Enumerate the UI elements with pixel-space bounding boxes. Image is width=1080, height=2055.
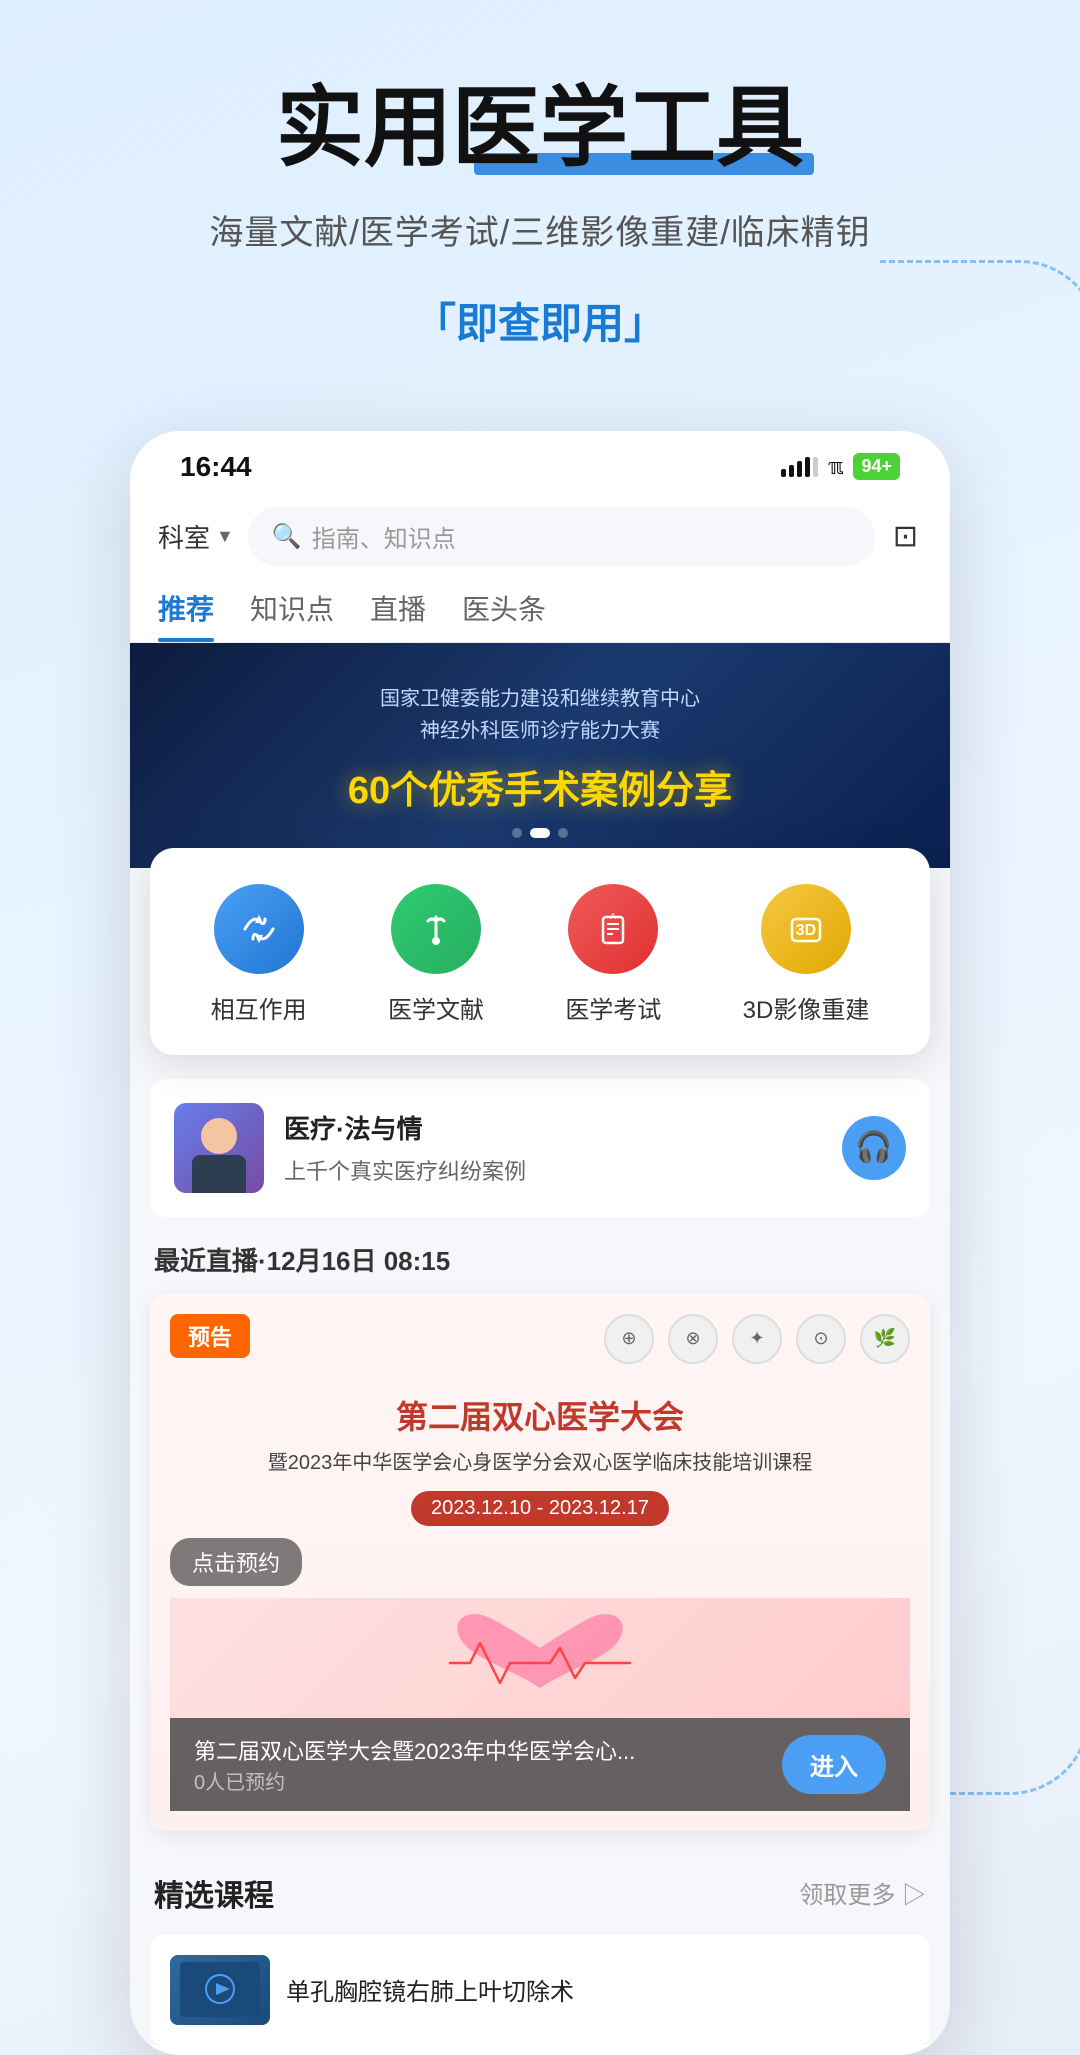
action-label-3d: 3D影像重建 bbox=[743, 990, 870, 1025]
search-icon: 🔍 bbox=[272, 522, 302, 551]
tab-knowledge[interactable]: 知识点 bbox=[250, 588, 334, 642]
live-illustration bbox=[170, 1598, 910, 1718]
live-tag: 预告 bbox=[170, 1314, 250, 1358]
banner: 国家卫健委能力建设和继续教育中心 神经外科医师诊疗能力大赛 60个优秀手术案例分… bbox=[130, 643, 950, 868]
3d-icon: 3D bbox=[761, 884, 851, 974]
more-link[interactable]: 领取更多 ▷ bbox=[799, 1875, 926, 1910]
action-label-interaction: 相互作用 bbox=[211, 990, 307, 1025]
banner-dots bbox=[170, 828, 910, 838]
live-card[interactable]: 预告 ⊕ ⊗ ✦ ⊙ 🌿 第二届双心医学大会 暨2023年中华医学会心身医学分会… bbox=[150, 1294, 930, 1831]
logo-1: ⊕ bbox=[604, 1314, 654, 1364]
live-card-bottom: 第二届双心医学大会暨2023年中华医学会心... 0人已预约 进入 bbox=[170, 1718, 910, 1811]
header-section: 实用医学工具 海量文献/医学考试/三维影像重建/临床精钥 即查即用 bbox=[0, 0, 1080, 391]
headphone-icon: 🎧 bbox=[855, 1130, 892, 1165]
status-icons: ℼ 94+ bbox=[781, 453, 900, 480]
nav-tabs: 推荐 知识点 直播 医头条 bbox=[130, 580, 950, 643]
tab-recommend[interactable]: 推荐 bbox=[158, 588, 214, 642]
logo-2: ⊗ bbox=[668, 1314, 718, 1364]
featured-section: 精选课程 领取更多 ▷ bbox=[130, 1851, 950, 1935]
svg-text:3D: 3D bbox=[796, 922, 816, 939]
tagline: 即查即用 bbox=[402, 290, 678, 351]
enter-button[interactable]: 进入 bbox=[782, 1735, 886, 1794]
action-item-interaction[interactable]: 相互作用 bbox=[211, 884, 307, 1025]
battery-badge: 94+ bbox=[853, 453, 900, 480]
action-item-3d[interactable]: 3D 3D影像重建 bbox=[743, 884, 870, 1025]
live-event-title: 第二届双心医学大会 bbox=[170, 1392, 910, 1438]
card-desc: 上千个真实医疗纠纷案例 bbox=[284, 1154, 822, 1186]
content-card-law[interactable]: 医疗·法与情 上千个真实医疗纠纷案例 🎧 bbox=[150, 1079, 930, 1217]
course-thumbnail bbox=[170, 1955, 270, 2025]
live-card-text: 第二届双心医学大会暨2023年中华医学会心... bbox=[194, 1734, 782, 1766]
card-title: 医疗·法与情 bbox=[284, 1109, 822, 1146]
action-item-literature[interactable]: 医学文献 bbox=[388, 884, 484, 1025]
search-area: 科室 ▼ 🔍 指南、知识点 ⊡ bbox=[130, 493, 950, 580]
book-button[interactable]: 点击预约 bbox=[170, 1538, 302, 1586]
signal-bars-icon bbox=[781, 457, 818, 477]
action-label-exam: 医学考试 bbox=[565, 990, 661, 1025]
svg-text:A: A bbox=[611, 912, 617, 921]
literature-icon bbox=[391, 884, 481, 974]
exam-icon: A bbox=[568, 884, 658, 974]
message-icon[interactable]: ⊡ bbox=[889, 519, 922, 554]
banner-title: 60个优秀手术案例分享 bbox=[170, 759, 910, 814]
course-title: 单孔胸腔镜右肺上叶切除术 bbox=[286, 1972, 910, 2007]
phone-mockup: 16:44 ℼ 94+ 科室 ▼ 🔍 指南、知识点 ⊡ 推荐 知识点 直播 bbox=[130, 431, 950, 2055]
live-section-header: 最近直播·12月16日 08:15 bbox=[130, 1217, 950, 1294]
banner-dot bbox=[558, 828, 568, 838]
card-action-button[interactable]: 🎧 bbox=[842, 1116, 906, 1180]
phone-content: 国家卫健委能力建设和继续教育中心 神经外科医师诊疗能力大赛 60个优秀手术案例分… bbox=[130, 643, 950, 2045]
subtitle: 海量文献/医学考试/三维影像重建/临床精钥 bbox=[60, 205, 1020, 254]
banner-org: 国家卫健委能力建设和继续教育中心 神经外科医师诊疗能力大赛 bbox=[170, 683, 910, 747]
main-title: 实用医学工具 bbox=[276, 80, 804, 177]
logo-5: 🌿 bbox=[860, 1314, 910, 1364]
featured-title: 精选课程 bbox=[154, 1871, 274, 1915]
action-item-exam[interactable]: A 医学考试 bbox=[565, 884, 661, 1025]
status-time: 16:44 bbox=[180, 451, 252, 483]
dept-filter[interactable]: 科室 ▼ bbox=[158, 518, 234, 555]
search-placeholder: 指南、知识点 bbox=[312, 519, 456, 554]
banner-dot bbox=[512, 828, 522, 838]
tab-headlines[interactable]: 医头条 bbox=[462, 588, 546, 642]
dept-label: 科室 bbox=[158, 518, 210, 555]
tab-live[interactable]: 直播 bbox=[370, 588, 426, 642]
action-label-literature: 医学文献 bbox=[388, 990, 484, 1025]
filter-arrow-icon: ▼ bbox=[216, 526, 234, 547]
course-info: 单孔胸腔镜右肺上叶切除术 bbox=[286, 1972, 910, 2007]
quick-actions-card: 相互作用 医学文献 bbox=[150, 848, 930, 1055]
course-item[interactable]: 单孔胸腔镜右肺上叶切除术 bbox=[150, 1935, 930, 2045]
live-banner: 预告 ⊕ ⊗ ✦ ⊙ 🌿 第二届双心医学大会 暨2023年中华医学会心身医学分会… bbox=[150, 1294, 930, 1831]
booking-count: 0人已预约 bbox=[194, 1766, 782, 1795]
logo-3: ✦ bbox=[732, 1314, 782, 1364]
logo-4: ⊙ bbox=[796, 1314, 846, 1364]
banner-dot-active bbox=[530, 828, 550, 838]
status-bar: 16:44 ℼ 94+ bbox=[130, 431, 950, 493]
live-date-badge: 2023.12.10 - 2023.12.17 bbox=[170, 1491, 910, 1526]
live-logos: ⊕ ⊗ ✦ ⊙ 🌿 bbox=[604, 1314, 910, 1364]
card-avatar bbox=[174, 1103, 264, 1193]
live-event-subtitle: 暨2023年中华医学会心身医学分会双心医学临床技能培训课程 bbox=[170, 1446, 910, 1475]
card-info: 医疗·法与情 上千个真实医疗纠纷案例 bbox=[284, 1109, 822, 1186]
search-box[interactable]: 🔍 指南、知识点 bbox=[248, 507, 875, 566]
interaction-icon bbox=[214, 884, 304, 974]
wifi-icon: ℼ bbox=[828, 454, 843, 480]
date-range: 2023.12.10 - 2023.12.17 bbox=[411, 1491, 669, 1526]
